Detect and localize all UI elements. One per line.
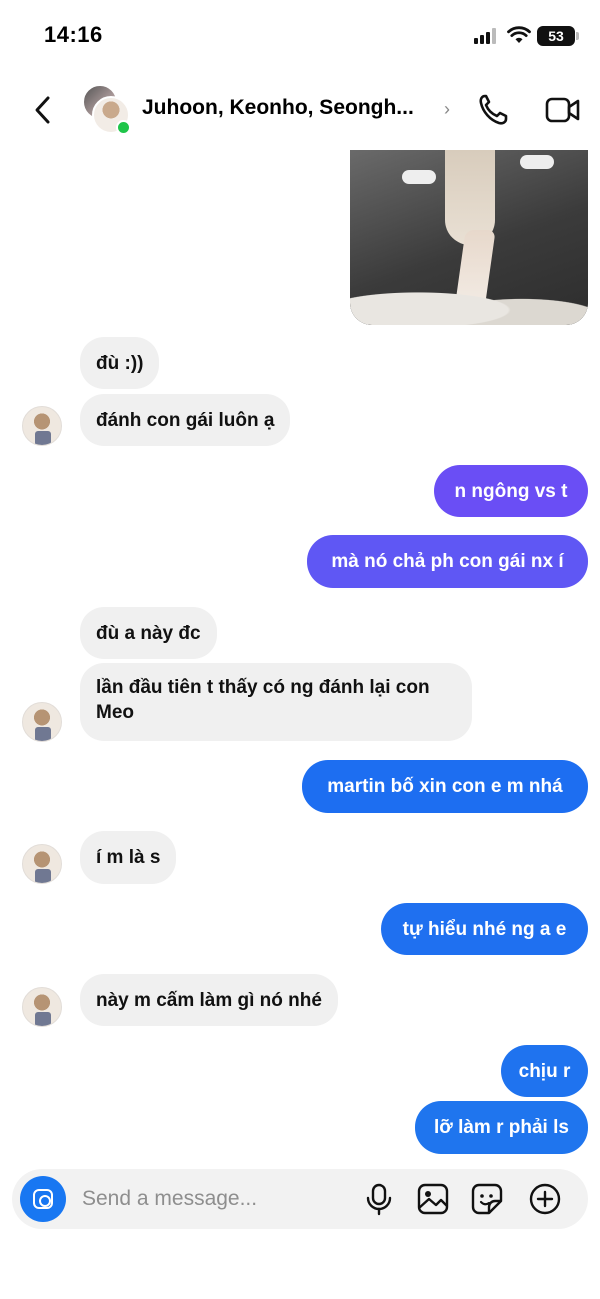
message-incoming[interactable]: í m là s xyxy=(80,831,177,884)
sender-avatar[interactable] xyxy=(22,844,62,884)
gallery-icon[interactable] xyxy=(416,1182,450,1216)
message-outgoing[interactable]: tự hiểu nhé ng a e xyxy=(381,903,588,955)
phone-icon[interactable] xyxy=(476,92,510,128)
shared-photo[interactable] xyxy=(350,150,588,325)
online-indicator xyxy=(116,120,131,135)
message-incoming[interactable]: này m cấm làm gì nó nhé xyxy=(80,974,338,1026)
message-composer xyxy=(12,1169,588,1229)
chat-title[interactable]: Juhoon, Keonho, Seongh... xyxy=(142,96,432,120)
message-input[interactable] xyxy=(82,1183,342,1215)
message-outgoing[interactable]: lỡ làm r phải ls xyxy=(415,1101,588,1154)
battery-indicator: 53 xyxy=(537,26,579,46)
sender-avatar[interactable] xyxy=(22,987,62,1027)
signal-icon xyxy=(474,28,496,44)
chat-header: Juhoon, Keonho, Seongh... › xyxy=(0,70,600,150)
plus-icon[interactable] xyxy=(528,1182,562,1216)
message-outgoing[interactable]: n ngông vs t xyxy=(434,465,588,517)
message-incoming[interactable]: lần đầu tiên t thấy có ng đánh lại con M… xyxy=(80,663,472,741)
video-camera-icon[interactable] xyxy=(545,92,581,128)
message-incoming[interactable]: đánh con gái luôn ạ xyxy=(80,394,291,446)
message-incoming[interactable]: đù a này đc xyxy=(80,607,217,659)
photo-detail xyxy=(350,275,588,325)
photo-detail xyxy=(402,170,436,184)
message-outgoing[interactable]: martin bố xin con e m nhá xyxy=(302,760,588,813)
microphone-icon[interactable] xyxy=(362,1182,396,1216)
status-time: 14:16 xyxy=(44,22,103,47)
message-outgoing[interactable]: mà nó chả ph con gái nx í xyxy=(307,535,588,588)
chevron-right-icon[interactable]: › xyxy=(444,99,450,120)
sticker-icon[interactable] xyxy=(470,1182,504,1216)
message-outgoing[interactable]: chịu r xyxy=(501,1045,588,1097)
sender-avatar[interactable] xyxy=(22,406,62,446)
wifi-icon xyxy=(507,26,531,43)
photo-detail xyxy=(520,155,554,169)
back-icon[interactable] xyxy=(28,92,60,128)
status-bar: 14:16 53 xyxy=(0,0,600,70)
message-incoming[interactable]: đù :)) xyxy=(80,337,160,389)
sender-avatar[interactable] xyxy=(22,702,62,742)
camera-icon[interactable] xyxy=(20,1176,66,1222)
group-avatar[interactable] xyxy=(82,84,132,135)
